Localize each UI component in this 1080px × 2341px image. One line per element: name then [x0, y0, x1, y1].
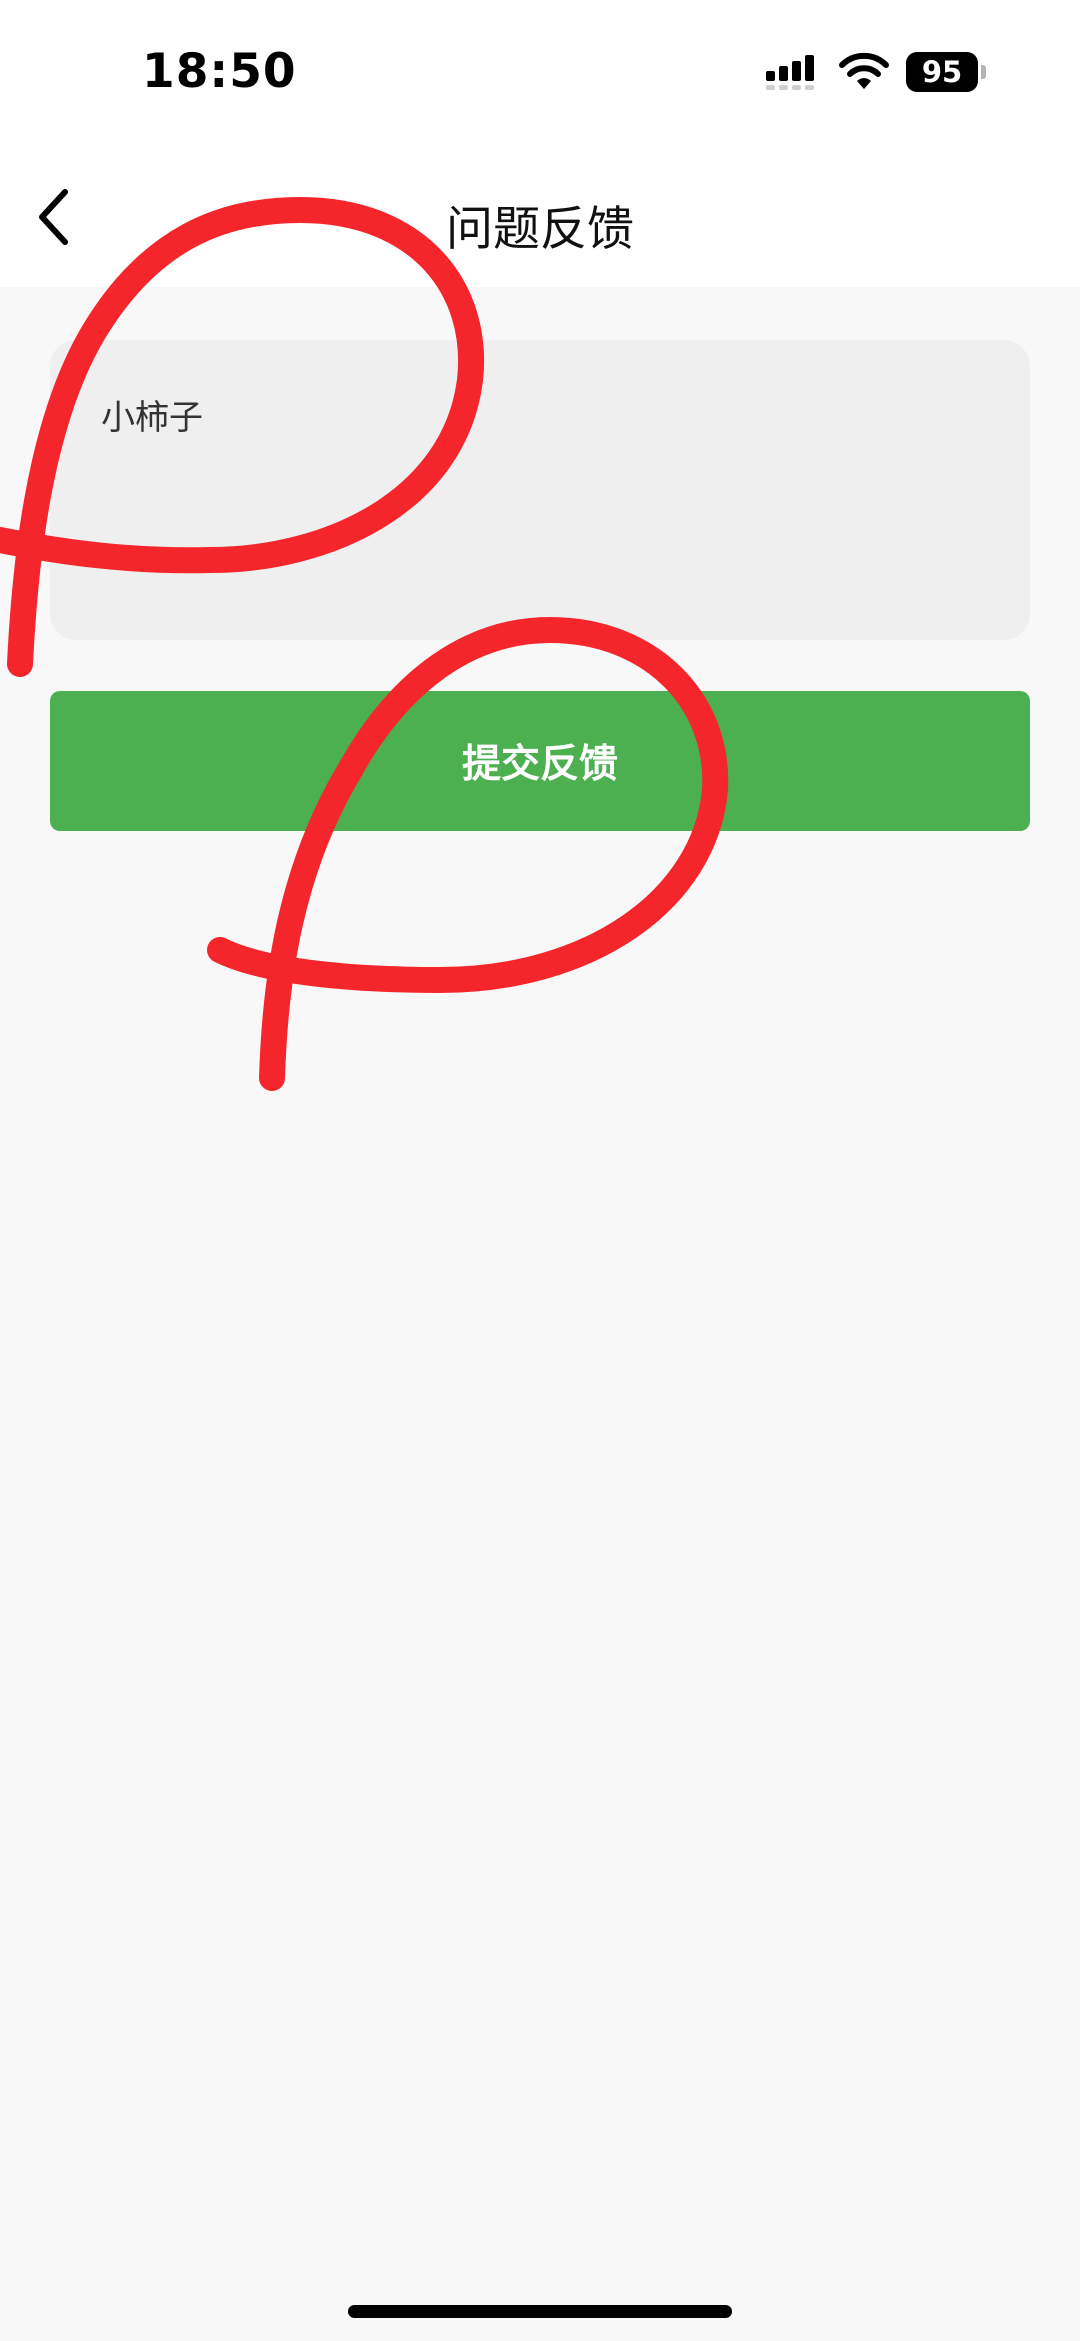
home-indicator — [348, 2305, 732, 2318]
feedback-screen: 18:50 95 问题反馈 小柿子 提交反馈 — [0, 0, 1080, 2341]
battery-icon: 95 — [906, 52, 986, 92]
submit-feedback-button[interactable]: 提交反馈 — [50, 691, 1030, 831]
feedback-input[interactable]: 小柿子 — [50, 340, 1030, 640]
nav-bar: 问题反馈 — [0, 130, 1080, 287]
battery-level: 95 — [906, 52, 978, 92]
page-title: 问题反馈 — [446, 202, 634, 257]
signal-icon — [766, 55, 814, 90]
status-time: 18:50 — [142, 44, 297, 99]
status-bar: 18:50 95 — [0, 0, 1080, 130]
battery-cap — [981, 65, 986, 79]
feedback-input-value: 小柿子 — [101, 398, 203, 438]
wifi-icon — [839, 52, 889, 89]
